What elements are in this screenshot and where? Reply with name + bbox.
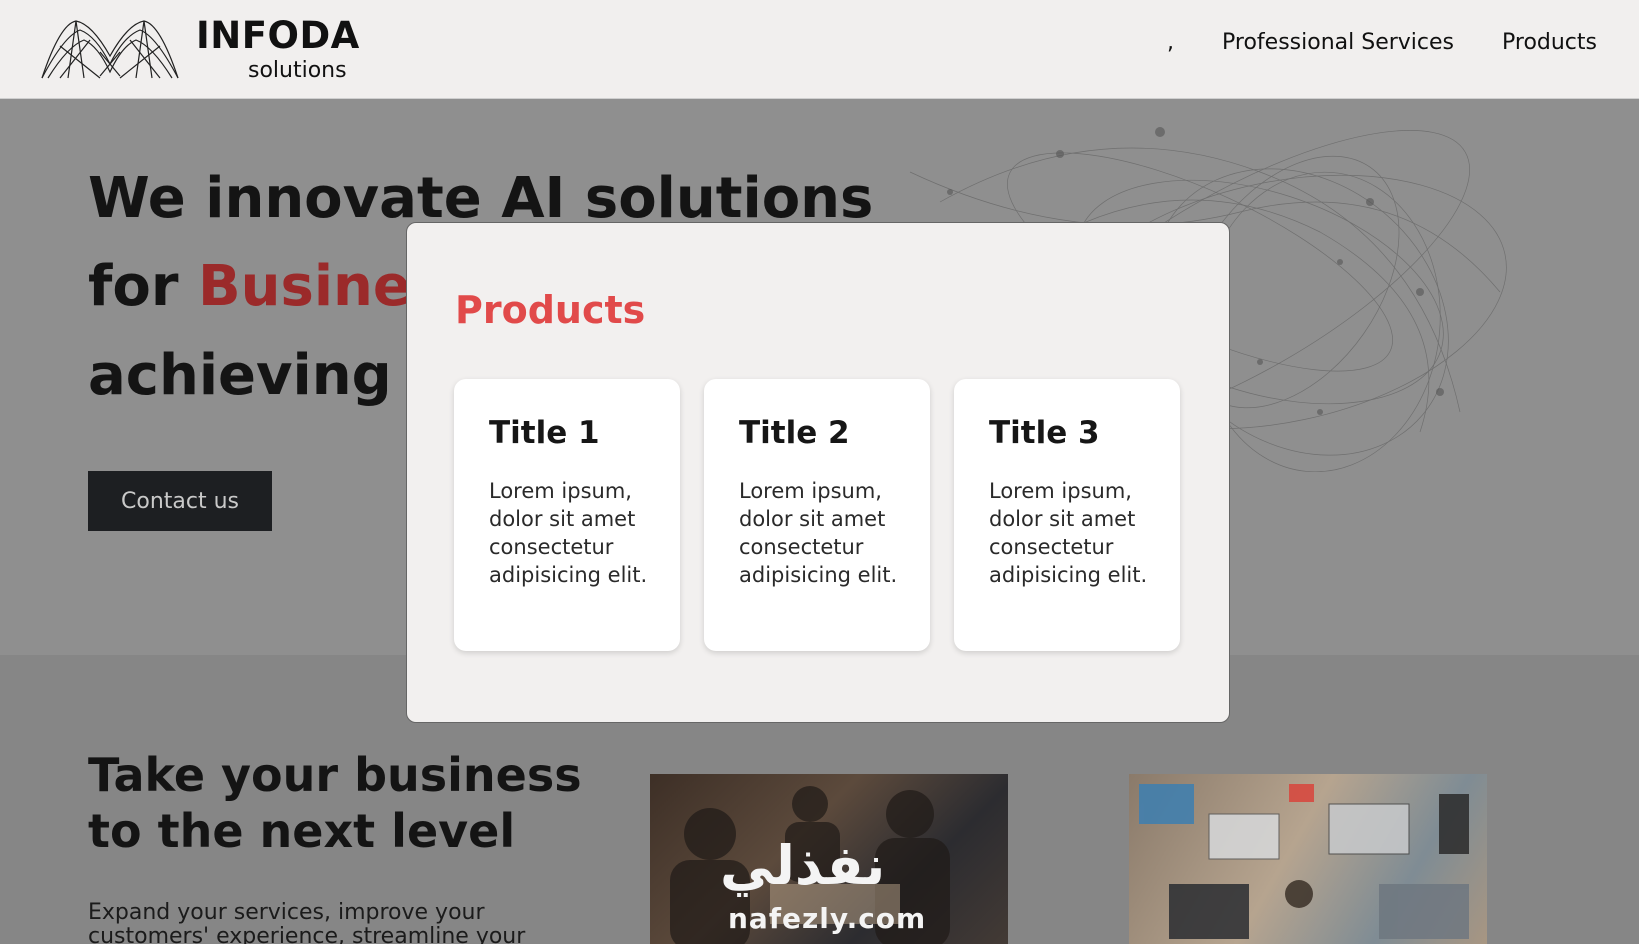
- product-card[interactable]: Title 2 Lorem ipsum, dolor sit amet cons…: [704, 379, 930, 651]
- site-header: INFODA solutions , Professional Services…: [0, 0, 1639, 99]
- workspace-desk-photo: [1129, 774, 1487, 944]
- product-card[interactable]: Title 3 Lorem ipsum, dolor sit amet cons…: [954, 379, 1180, 651]
- product-card[interactable]: Title 1 Lorem ipsum, dolor sit amet cons…: [454, 379, 680, 651]
- product-card-text: Lorem ipsum, dolor sit amet consectetur …: [489, 479, 648, 587]
- product-card-text: Lorem ipsum, dolor sit amet consectetur …: [739, 479, 898, 587]
- watermark-arabic: نفذلي: [720, 834, 886, 897]
- main-nav: , Professional Services Products: [1167, 30, 1597, 55]
- product-card-title: Title 3: [989, 415, 1100, 451]
- modal-title: Products: [455, 288, 646, 332]
- product-card-title: Title 1: [489, 415, 600, 451]
- section-title: Take your business to the next level: [88, 747, 582, 859]
- section-description-line1: Expand your services, improve your: [88, 900, 485, 925]
- nav-separator: ,: [1167, 30, 1175, 55]
- section-description: Expand your services, improve your custo…: [88, 901, 525, 944]
- section-title-line1: Take your business: [88, 748, 582, 802]
- brand-logo[interactable]: INFODA solutions: [40, 14, 360, 84]
- nav-professional-services[interactable]: Professional Services: [1222, 30, 1454, 55]
- brand-subtitle: solutions: [248, 58, 347, 83]
- brand-name: INFODA: [196, 14, 360, 57]
- logo-wave-icon: [41, 20, 179, 79]
- laptops-desk-icon: [1139, 784, 1469, 939]
- section-description-line2: customers' experience, streamline your: [88, 924, 526, 944]
- section-title-line2: to the next level: [88, 804, 516, 858]
- watermark-latin: nafezly.com: [728, 902, 927, 935]
- hero-line2-prefix: for: [88, 254, 198, 319]
- products-modal: Products Title 1 Lorem ipsum, dolor sit …: [406, 222, 1230, 723]
- nav-products[interactable]: Products: [1502, 30, 1597, 55]
- team-meeting-photo: نفذلي nafezly.com: [650, 774, 1008, 944]
- product-card-text: Lorem ipsum, dolor sit amet consectetur …: [989, 479, 1148, 587]
- contact-us-button[interactable]: Contact us: [88, 471, 272, 531]
- product-card-title: Title 2: [739, 415, 850, 451]
